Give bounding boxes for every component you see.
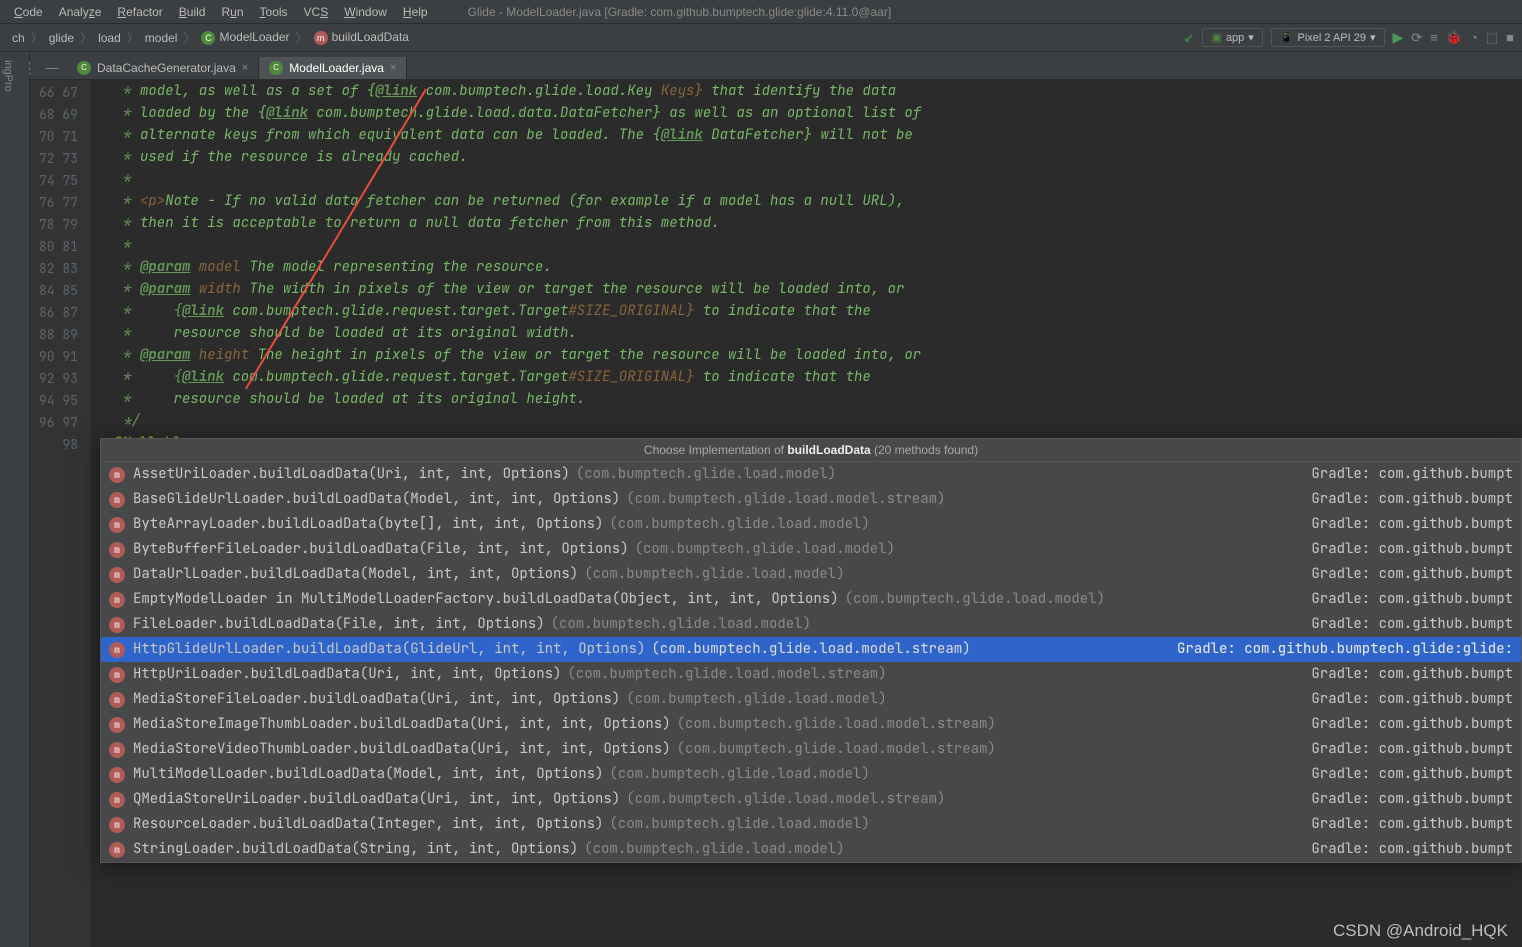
crumb-method[interactable]: mbuildLoadData	[310, 30, 413, 45]
method-icon: m	[109, 767, 125, 783]
window-title: Glide - ModelLoader.java [Gradle: com.gi…	[462, 3, 898, 21]
close-icon[interactable]: ×	[390, 62, 396, 74]
menu-refactor[interactable]: Refactor	[111, 3, 168, 21]
method-icon: m	[314, 31, 328, 45]
implementation-item[interactable]: mDataUrlLoader.buildLoadData(Model, int,…	[101, 562, 1521, 587]
stop-icon[interactable]: ■	[1506, 30, 1514, 45]
method-icon: m	[109, 567, 125, 583]
debug-icon[interactable]: ⟳	[1411, 30, 1422, 46]
menu-bar: CCodeode Analyze Refactor Build Run Tool…	[0, 0, 1522, 24]
method-icon: m	[109, 717, 125, 733]
chevron-down-icon: ▾	[1248, 31, 1254, 44]
crumb[interactable]: glide	[45, 31, 78, 45]
popup-list[interactable]: mAssetUriLoader.buildLoadData(Uri, int, …	[101, 462, 1521, 862]
tab-menu-icon[interactable]: —	[38, 56, 67, 79]
chevron-right-icon: 〉	[29, 29, 45, 46]
tool-window-stripe[interactable]: ingPro	[0, 56, 16, 947]
implementation-item[interactable]: mAssetUriLoader.buildLoadData(Uri, int, …	[101, 462, 1521, 487]
implementation-item[interactable]: mBaseGlideUrlLoader.buildLoadData(Model,…	[101, 487, 1521, 512]
crumb[interactable]: load	[94, 31, 125, 45]
menu-run[interactable]: Run	[215, 3, 249, 21]
method-icon: m	[109, 642, 125, 658]
implementation-item[interactable]: mByteArrayLoader.buildLoadData(byte[], i…	[101, 512, 1521, 537]
implementation-item[interactable]: mMediaStoreVideoThumbLoader.buildLoadDat…	[101, 737, 1521, 762]
crumb[interactable]: model	[141, 31, 182, 45]
implementation-item[interactable]: mHttpUriLoader.buildLoadData(Uri, int, i…	[101, 662, 1521, 687]
method-icon: m	[109, 667, 125, 683]
method-icon: m	[109, 542, 125, 558]
chevron-right-icon: 〉	[181, 29, 197, 46]
implementation-item[interactable]: mHttpGlideUrlLoader.buildLoadData(GlideU…	[101, 637, 1521, 662]
chevron-down-icon: ▾	[1370, 31, 1376, 44]
menu-analyze[interactable]: Analyze	[53, 3, 108, 21]
run-config-selector[interactable]: ▣app▾	[1202, 28, 1262, 47]
chevron-right-icon: 〉	[294, 29, 310, 46]
method-icon: m	[109, 692, 125, 708]
class-icon: C	[269, 61, 283, 75]
implementation-item[interactable]: mByteBufferFileLoader.buildLoadData(File…	[101, 537, 1521, 562]
choose-implementation-popup: Choose Implementation of buildLoadData (…	[100, 438, 1522, 863]
profiler-icon[interactable]: ◔	[1470, 30, 1478, 45]
method-icon: m	[109, 617, 125, 633]
menu-window[interactable]: Window	[338, 3, 393, 21]
implementation-item[interactable]: mMediaStoreImageThumbLoader.buildLoadDat…	[101, 712, 1521, 737]
menu-build[interactable]: Build	[173, 3, 212, 21]
implementation-item[interactable]: mStringLoader.buildLoadData(String, int,…	[101, 837, 1521, 862]
device-selector[interactable]: 📱Pixel 2 API 29▾	[1271, 28, 1385, 47]
method-icon: m	[109, 467, 125, 483]
method-icon: m	[109, 742, 125, 758]
chevron-right-icon: 〉	[125, 29, 141, 46]
chevron-right-icon: 〉	[78, 29, 94, 46]
implementation-item[interactable]: mQMediaStoreUriLoader.buildLoadData(Uri,…	[101, 787, 1521, 812]
line-gutter: 66 67 68 69 70 71 72 73 74 75 76 77 78 7…	[30, 80, 90, 947]
editor-tab[interactable]: CDataCacheGenerator.java×	[67, 57, 259, 79]
menu-code[interactable]: CCodeode	[8, 3, 49, 21]
attach-icon[interactable]: ⬚	[1486, 30, 1498, 46]
method-icon: m	[109, 792, 125, 808]
editor-tabs: — CDataCacheGenerator.java×CModelLoader.…	[30, 52, 1522, 80]
method-icon: m	[109, 817, 125, 833]
menu-vcs[interactable]: VCS	[298, 3, 335, 21]
build-icon[interactable]: ↙	[1184, 30, 1195, 46]
class-icon: C	[77, 61, 91, 75]
popup-title: Choose Implementation of buildLoadData (…	[101, 439, 1521, 462]
implementation-item[interactable]: mEmptyModelLoader in MultiModelLoaderFac…	[101, 587, 1521, 612]
bug-icon[interactable]: 🐞	[1446, 30, 1462, 46]
method-icon: m	[109, 592, 125, 608]
crumb-class[interactable]: CModelLoader	[197, 30, 293, 45]
editor-tab[interactable]: CModelLoader.java×	[259, 57, 407, 79]
navigation-bar: ch〉 glide〉 load〉 model〉 CModelLoader〉 mb…	[0, 24, 1522, 52]
left-tool-strip: ingProestn.manglideFragmMainAidManles.pr…	[0, 52, 30, 947]
method-icon: m	[109, 492, 125, 508]
method-icon: m	[109, 517, 125, 533]
menu-help[interactable]: Help	[397, 3, 434, 21]
menu-tools[interactable]: Tools	[254, 3, 294, 21]
run-icon[interactable]: ▶	[1393, 29, 1404, 46]
close-icon[interactable]: ×	[242, 62, 248, 74]
implementation-item[interactable]: mMediaStoreFileLoader.buildLoadData(Uri,…	[101, 687, 1521, 712]
implementation-item[interactable]: mResourceLoader.buildLoadData(Integer, i…	[101, 812, 1521, 837]
toolbar-right: ↙ ▣app▾ 📱Pixel 2 API 29▾ ▶ ⟳ ≡ 🐞 ◔ ⬚ ■	[1184, 28, 1514, 47]
coverage-icon[interactable]: ≡	[1430, 30, 1438, 45]
implementation-item[interactable]: mMultiModelLoader.buildLoadData(Model, i…	[101, 762, 1521, 787]
method-icon: m	[109, 842, 125, 858]
crumb[interactable]: ch	[8, 31, 29, 45]
class-icon: C	[201, 31, 215, 45]
implementation-item[interactable]: mFileLoader.buildLoadData(File, int, int…	[101, 612, 1521, 637]
